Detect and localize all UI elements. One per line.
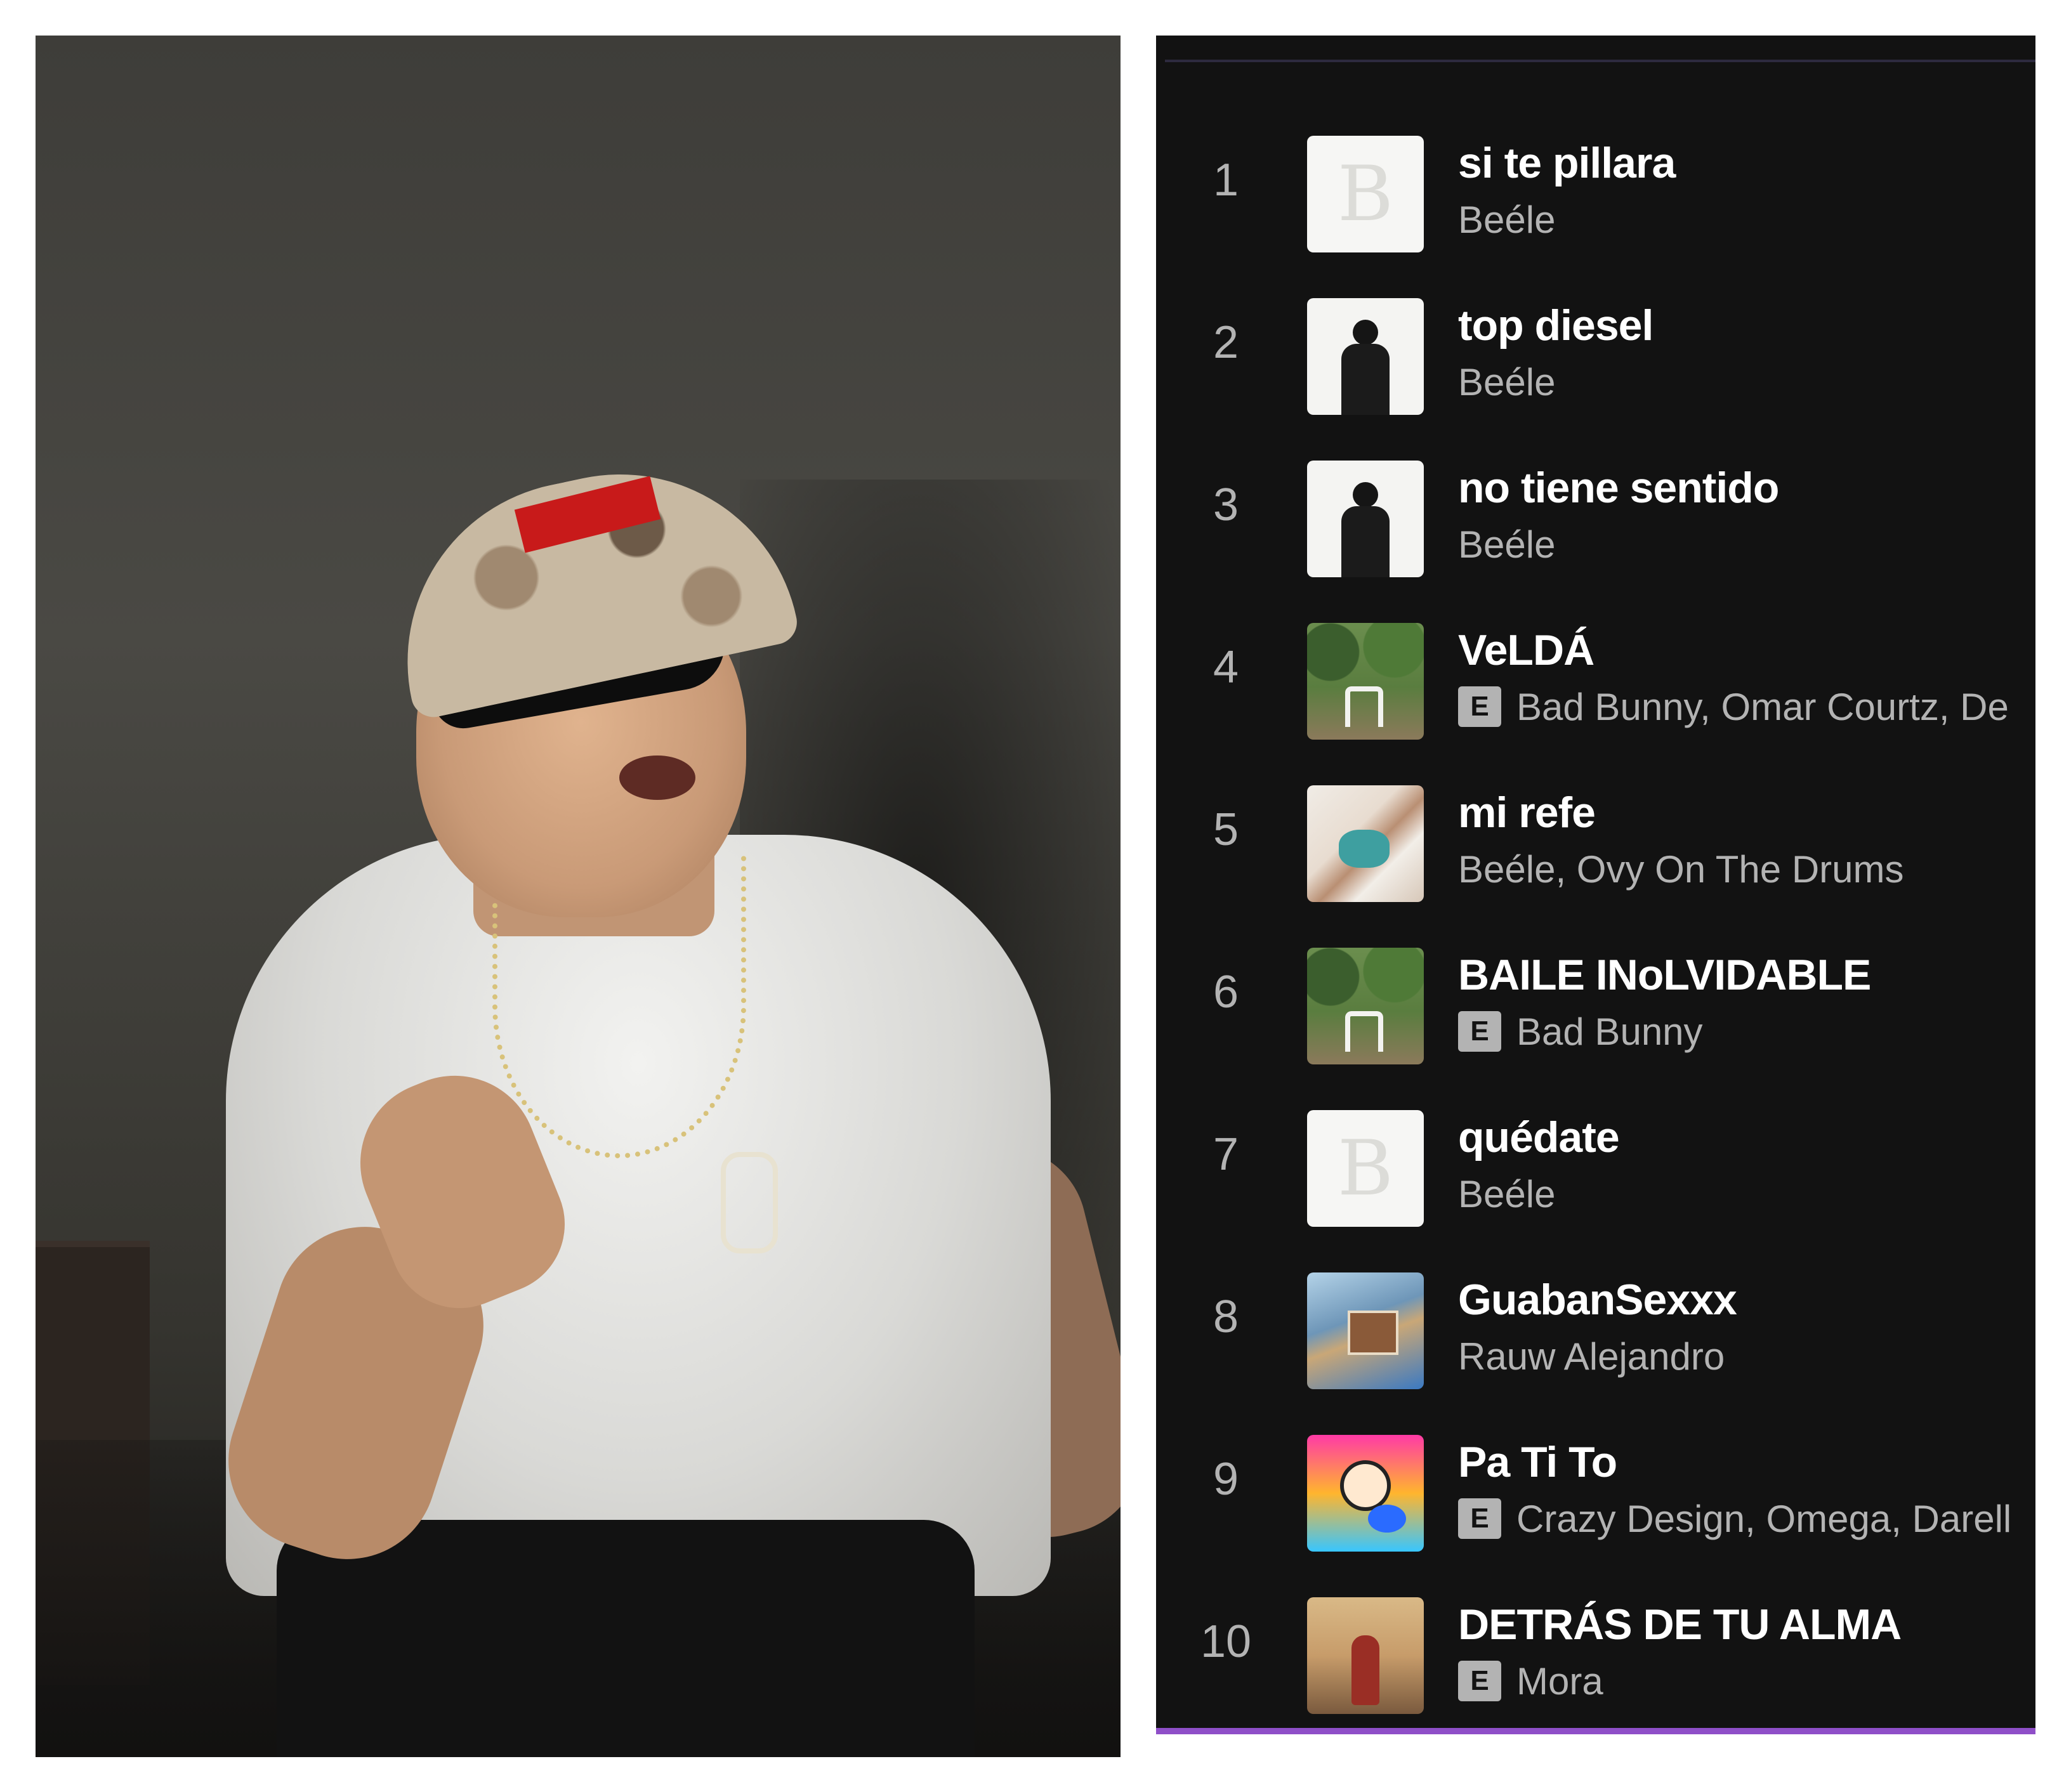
track-title[interactable]: top diesel [1458,301,1654,350]
track-row[interactable]: 10 DETRÁS DE TU ALMA E Mora [1156,1560,2035,1723]
collage-art [1348,1311,1398,1355]
track-title[interactable]: mi refe [1458,788,1596,837]
track-title[interactable]: BAILE INoLVIDABLE [1458,950,1871,1000]
track-title[interactable]: DETRÁS DE TU ALMA [1458,1600,1902,1649]
track-artists-line: E Bad Bunny [1458,1009,1703,1054]
track-artists[interactable]: Beéle, Ovy On The Drums [1458,847,1903,891]
track-artists[interactable]: Beéle [1458,1172,1555,1216]
track-row[interactable]: 4 VeLDÁ E Bad Bunny, Omar Courtz, De [1156,586,2035,749]
track-rank: 2 [1213,317,1239,368]
track-artists[interactable]: Beéle [1458,523,1555,566]
track-title[interactable]: si te pillara [1458,138,1676,188]
figure-head-art [1353,320,1378,345]
explicit-badge: E [1458,1661,1501,1701]
track-artists[interactable]: Rauw Alejandro [1458,1335,1725,1378]
explicit-badge: E [1458,686,1501,727]
person-art [1351,1635,1379,1705]
track-title[interactable]: quédate [1458,1113,1620,1162]
track-row[interactable]: 7 B quédate Beéle [1156,1073,2035,1236]
artist-photo [36,36,1121,1757]
figure-body-art [1341,344,1390,415]
track-title[interactable]: no tiene sentido [1458,463,1779,513]
panel-bottom-bar [1156,1728,2035,1757]
b-monogram-art: B [1337,1124,1394,1213]
album-cover[interactable] [1307,1597,1424,1714]
explicit-badge: E [1458,1498,1501,1539]
album-cover[interactable] [1307,623,1424,740]
white-chair-art [1345,1011,1383,1052]
b-monogram-art: B [1337,150,1394,239]
track-artists[interactable]: Bad Bunny [1516,1010,1703,1054]
album-cover[interactable]: B [1307,136,1424,252]
track-title[interactable]: VeLDÁ [1458,625,1594,675]
track-artists-line: E Crazy Design, Omega, Darell [1458,1496,2011,1541]
track-rank: 4 [1213,642,1239,693]
photo-pendant [721,1152,778,1253]
track-row[interactable]: 2 top diesel Beéle [1156,261,2035,424]
explicit-badge: E [1458,1011,1501,1052]
album-cover[interactable] [1307,948,1424,1064]
white-chair-art [1345,686,1383,727]
track-artists[interactable]: Crazy Design, Omega, Darell [1516,1497,2011,1541]
album-cover[interactable]: B [1307,1110,1424,1227]
track-artists-line: Beéle [1458,359,1555,405]
track-list-panel: 1 B si te pillara Beéle 2 top diesel Beé… [1156,36,2035,1757]
track-artists[interactable]: Beéle [1458,360,1555,404]
album-cover[interactable] [1307,785,1424,902]
track-artists-line: Rauw Alejandro [1458,1333,1725,1379]
track-row[interactable]: 6 BAILE INoLVIDABLE E Bad Bunny [1156,911,2035,1073]
track-rank: 10 [1200,1616,1252,1667]
track-rank: 6 [1213,967,1239,1017]
figure-head-art [1353,482,1378,507]
track-rank: 5 [1213,804,1239,855]
track-row[interactable]: 5 mi refe Beéle, Ovy On The Drums [1156,749,2035,911]
track-rank: 1 [1213,155,1239,206]
track-row[interactable]: 8 GuabanSexxx Rauw Alejandro [1156,1236,2035,1398]
album-cover[interactable] [1307,298,1424,415]
track-artists[interactable]: Bad Bunny, Omar Courtz, De [1516,685,2009,729]
track-artists-line: Beéle [1458,521,1555,567]
album-cover[interactable] [1307,1272,1424,1389]
cartoon-bubble-art [1368,1505,1406,1533]
track-artists-line: E Bad Bunny, Omar Courtz, De [1458,684,2009,729]
track-title[interactable]: Pa Ti To [1458,1437,1617,1487]
track-artists-line: Beéle, Ovy On The Drums [1458,846,1903,892]
photo-mouth [619,755,695,800]
track-title[interactable]: GuabanSexxx [1458,1275,1737,1324]
cartoon-face-art [1340,1460,1391,1511]
track-rank: 7 [1213,1129,1239,1180]
track-rank: 9 [1213,1454,1239,1505]
track-artists-line: Beéle [1458,197,1555,242]
track-artists-line: E Mora [1458,1658,1603,1704]
track-rank: 3 [1213,480,1239,530]
track-artists[interactable]: Beéle [1458,198,1555,242]
couple-art [1339,830,1390,868]
album-cover[interactable] [1307,1435,1424,1552]
track-row[interactable]: 9 Pa Ti To E Crazy Design, Omega, Darell [1156,1398,2035,1560]
figure-body-art [1341,506,1390,577]
track-row[interactable]: 3 no tiene sentido Beéle [1156,424,2035,586]
track-artists[interactable]: Mora [1516,1659,1603,1703]
track-rank: 8 [1213,1292,1239,1342]
photo-pants [277,1520,975,1757]
track-row[interactable]: 1 B si te pillara Beéle [1156,99,2035,261]
album-cover[interactable] [1307,461,1424,577]
track-artists-line: Beéle [1458,1171,1555,1217]
panel-top-divider [1165,60,2035,62]
